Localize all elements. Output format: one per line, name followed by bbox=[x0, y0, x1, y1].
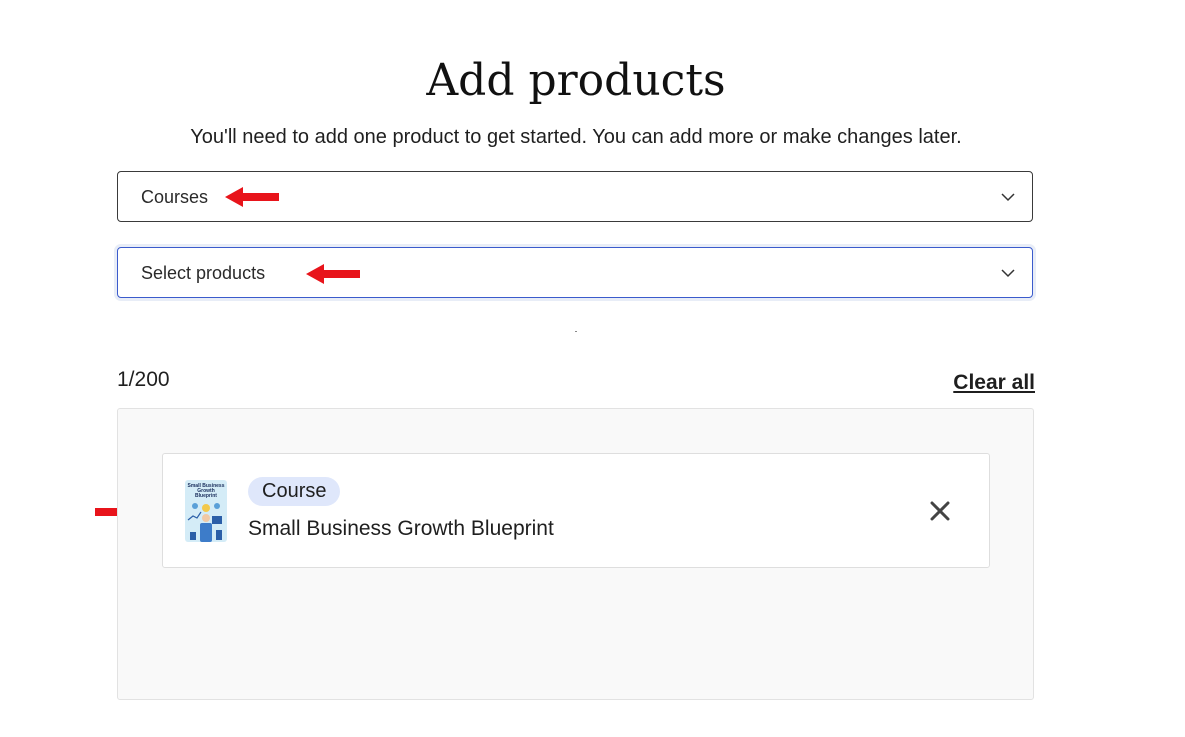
close-icon[interactable] bbox=[927, 498, 953, 524]
product-type-badge: Course bbox=[248, 477, 341, 506]
add-products-page: Add products You'll need to add one prod… bbox=[0, 0, 1185, 737]
loading-dot bbox=[575, 331, 577, 332]
chevron-down-icon bbox=[1001, 269, 1015, 278]
category-select-value: Courses bbox=[141, 187, 209, 207]
product-name: Small Business Growth Blueprint bbox=[248, 517, 554, 540]
annotation-arrow-left-icon bbox=[225, 187, 279, 207]
page-title: Add products bbox=[426, 55, 726, 106]
thumbnail-illustration bbox=[187, 503, 222, 542]
product-thumbnail: Small Business Growth Blueprint bbox=[185, 480, 227, 542]
selection-count: 1/200 bbox=[117, 368, 170, 391]
annotation-arrow-left-icon bbox=[306, 264, 360, 284]
thumbnail-title: Small Business Growth Blueprint bbox=[187, 483, 225, 499]
selected-product-card: Small Business Growth Blueprint Course S… bbox=[162, 453, 990, 568]
clear-all-link[interactable]: Clear all bbox=[953, 371, 1035, 395]
page-subtitle: You'll need to add one product to get st… bbox=[190, 126, 962, 148]
chevron-down-icon bbox=[1001, 193, 1015, 202]
product-select-placeholder: Select products bbox=[141, 263, 266, 283]
product-select[interactable]: Select products bbox=[117, 247, 1033, 298]
